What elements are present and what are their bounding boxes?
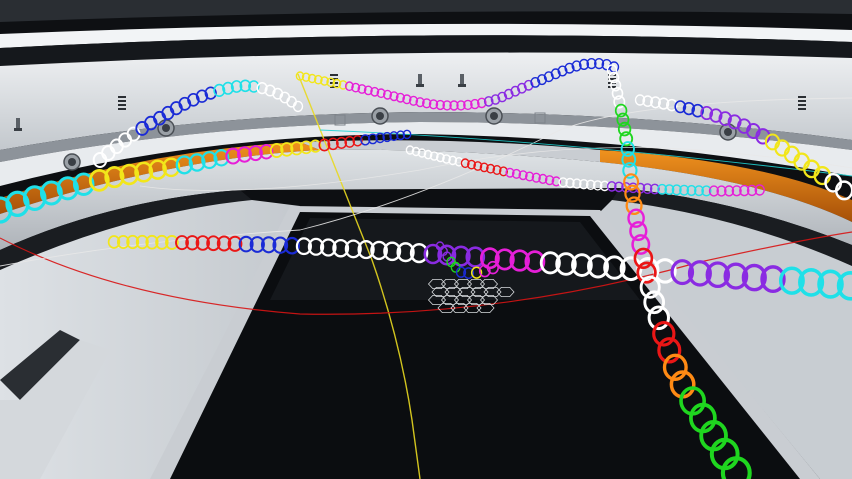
vent-slat [330,74,338,76]
game-viewport[interactable] [0,0,852,479]
vent-slat [118,108,126,110]
speaker-core [724,128,732,136]
lamp-stem [460,74,464,84]
vent-slat [118,96,126,98]
lamp-stem [418,74,422,84]
speaker-core [162,124,170,132]
lamp-base [14,128,22,131]
speaker-core [68,158,76,166]
vent-slat [118,100,126,102]
wall-speaker-icon [371,107,389,125]
wall-speaker-icon [485,107,503,125]
wall-speaker-icon [157,119,175,137]
speaker-core [490,112,498,120]
vent-slat [798,100,806,102]
vent-slat [798,96,806,98]
vent-slat [118,104,126,106]
lamp-base [458,84,466,87]
lamp-base [416,84,424,87]
wall-speaker-icon [719,123,737,141]
speaker-core [376,112,384,120]
vent-slat [798,108,806,110]
vent-slat [798,104,806,106]
wall-speaker-icon [63,153,81,171]
lamp-stem [16,118,20,128]
